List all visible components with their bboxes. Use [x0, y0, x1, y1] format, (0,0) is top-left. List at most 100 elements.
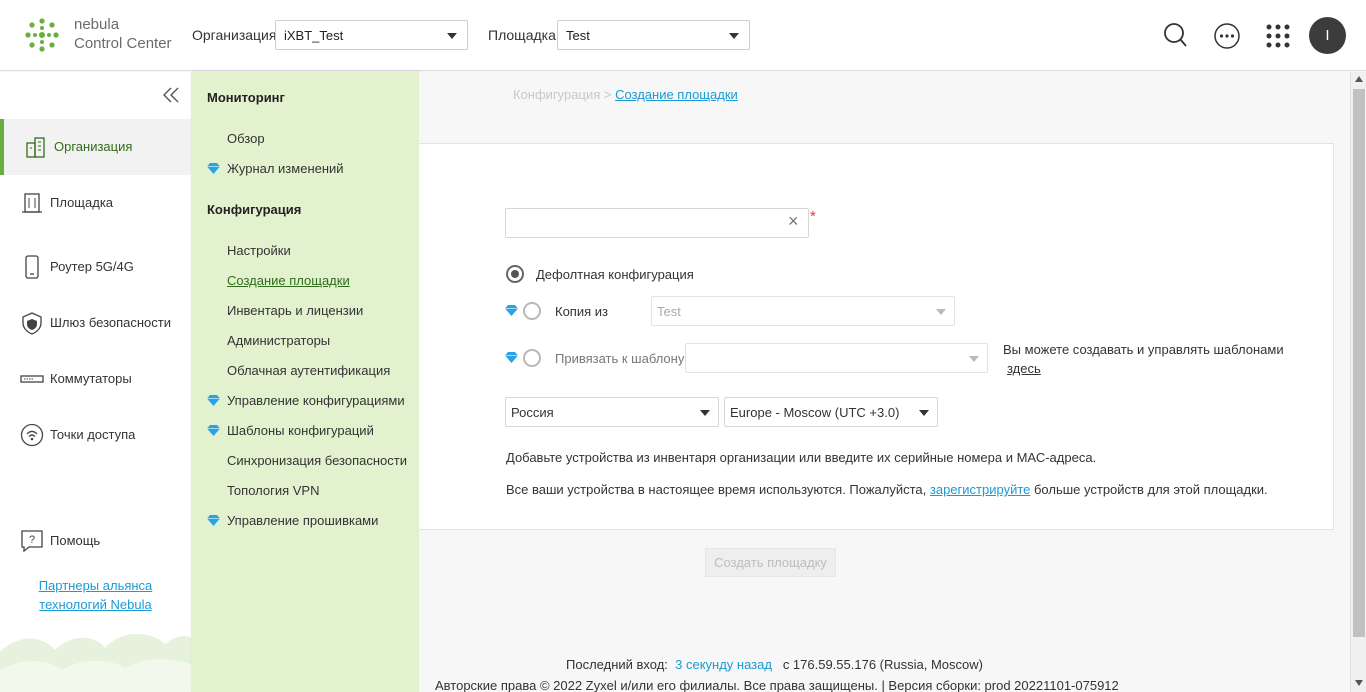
- site-name-input[interactable]: ×: [505, 208, 809, 238]
- last-login-link[interactable]: 3 секунду назад: [675, 657, 772, 672]
- sidebar-item-label: Коммутаторы: [50, 371, 132, 386]
- svg-text:?: ?: [29, 534, 35, 546]
- menu-item-create-site[interactable]: Создание площадки: [227, 273, 350, 288]
- brand-name: nebula Control Center: [74, 15, 172, 53]
- apps-grid-icon[interactable]: [1260, 18, 1296, 54]
- radio-bind-label: Привязать к шаблону: [555, 351, 685, 366]
- sidebar-item-security-gateway[interactable]: Шлюз безопасности: [0, 295, 191, 351]
- sidebar-item-label: Точки доступа: [50, 427, 136, 442]
- radio-default-config[interactable]: [506, 265, 524, 283]
- create-site-button[interactable]: Создать площадку: [705, 548, 836, 577]
- menu-item-config-management[interactable]: Управление конфигурациями: [227, 393, 405, 408]
- menu-item-administrators[interactable]: Администраторы: [227, 333, 330, 348]
- sidebar: Организация Площадка Роутер 5G/4G Шлюз б…: [0, 72, 191, 692]
- building-icon: [26, 137, 45, 158]
- diamond-icon: [505, 352, 518, 363]
- copy-from-select[interactable]: Test: [651, 296, 955, 326]
- menu-item-security-sync[interactable]: Синхронизация безопасности: [227, 453, 407, 468]
- devices-in-use-lead: Все ваши устройства в настоящее время ис…: [506, 482, 930, 497]
- radio-bind-template[interactable]: [523, 349, 541, 367]
- site-icon: [22, 193, 42, 213]
- last-login-info: Последний вход: 3 секунду назад с 176.59…: [566, 657, 983, 672]
- vertical-scrollbar[interactable]: [1350, 72, 1366, 692]
- search-icon[interactable]: [1158, 18, 1194, 54]
- scroll-up-arrow-icon[interactable]: [1355, 76, 1363, 82]
- sidebar-item-router[interactable]: Роутер 5G/4G: [0, 239, 191, 295]
- country-select[interactable]: Россия: [505, 397, 719, 427]
- menu-item-vpn-topology[interactable]: Топология VPN: [227, 483, 320, 498]
- site-select-value: Test: [566, 28, 590, 43]
- diamond-icon: [207, 425, 220, 436]
- copyright-text: Авторские права © 2022 Zyxel и/или его ф…: [435, 678, 1119, 692]
- org-label: Организация:: [192, 27, 281, 43]
- more-options-icon[interactable]: [1209, 18, 1245, 54]
- brand-line-1: nebula: [74, 16, 120, 33]
- user-avatar[interactable]: I: [1309, 17, 1346, 54]
- template-here-link[interactable]: здесь: [1007, 361, 1041, 376]
- brand-line-2: Control Center: [74, 35, 172, 52]
- scrollbar-thumb[interactable]: [1353, 89, 1365, 637]
- breadcrumb-prefix: Конфигурация >: [513, 87, 616, 102]
- radio-copy-label: Копия из: [555, 304, 608, 319]
- chevron-down-icon: [700, 410, 710, 416]
- radio-copy-from[interactable]: [523, 302, 541, 320]
- site-label: Площадка:: [488, 27, 560, 43]
- devices-in-use-text: Все ваши устройства в настоящее время ис…: [506, 482, 1268, 497]
- template-note-text: Вы можете создавать и управлять шаблонам…: [1003, 342, 1284, 357]
- bind-template-select[interactable]: [685, 343, 988, 373]
- menu-item-overview[interactable]: Обзор: [227, 131, 265, 146]
- chevron-down-icon: [919, 410, 929, 416]
- diamond-icon: [207, 515, 220, 526]
- chevron-down-icon: [969, 356, 979, 362]
- sidebar-item-site[interactable]: Площадка: [0, 175, 191, 231]
- site-flyout-menu: Мониторинг Обзор Журнал изменений Конфиг…: [191, 72, 419, 692]
- menu-item-settings[interactable]: Настройки: [227, 243, 291, 258]
- template-note: Вы можете создавать и управлять шаблонам…: [1003, 340, 1284, 378]
- add-devices-text: Добавьте устройства из инвентаря организ…: [506, 450, 1097, 465]
- timezone-select[interactable]: Europe - Moscow (UTC +3.0): [724, 397, 938, 427]
- chevron-down-icon: [936, 309, 946, 315]
- top-header: nebula Control Center Организация: iXBT_…: [0, 0, 1366, 71]
- clear-icon[interactable]: ×: [788, 212, 802, 230]
- sidebar-item-access-points[interactable]: Точки доступа: [0, 407, 191, 463]
- partner-alliance-link[interactable]: Партнеры альянса технологий Nebula: [0, 576, 191, 614]
- breadcrumb-current[interactable]: Создание площадки: [615, 87, 738, 102]
- diamond-icon: [207, 163, 220, 174]
- help-label: Помощь: [50, 533, 101, 548]
- sidebar-item-organization[interactable]: Организация: [0, 119, 191, 175]
- menu-item-config-templates[interactable]: Шаблоны конфигураций: [227, 423, 374, 438]
- copy-from-value: Test: [657, 304, 681, 319]
- org-select-value: iXBT_Test: [284, 28, 344, 43]
- sidebar-item-label: Шлюз безопасности: [50, 315, 172, 330]
- diamond-icon: [207, 395, 220, 406]
- required-asterisk: *: [810, 208, 816, 225]
- menu-item-change-log[interactable]: Журнал изменений: [227, 161, 344, 176]
- main-content: Конфигурация > Создание площадки × * Деф…: [419, 72, 1350, 692]
- help-link[interactable]: ? Помощь: [20, 529, 100, 556]
- scroll-down-arrow-icon[interactable]: [1355, 680, 1363, 686]
- site-select[interactable]: Test: [557, 20, 750, 50]
- sidebar-item-label: Площадка: [50, 195, 114, 210]
- nebula-logo-icon[interactable]: [24, 17, 60, 53]
- clouds-decoration: [0, 633, 191, 692]
- create-site-card: × * Дефолтная конфигурация Копия из Test…: [419, 143, 1334, 530]
- org-select[interactable]: iXBT_Test: [275, 20, 468, 50]
- chevron-down-icon: [447, 33, 457, 39]
- help-icon: ?: [21, 530, 43, 553]
- diamond-icon: [505, 305, 518, 316]
- collapse-sidebar-icon[interactable]: [162, 86, 180, 104]
- mobile-router-icon: [25, 255, 39, 279]
- partner-link-line-2[interactable]: технологий Nebula: [39, 597, 151, 612]
- menu-item-firmware-management[interactable]: Управление прошивками: [227, 513, 378, 528]
- timezone-value: Europe - Moscow (UTC +3.0): [730, 405, 900, 420]
- partner-link-line-1[interactable]: Партнеры альянса: [39, 578, 153, 593]
- sidebar-item-switches[interactable]: Коммутаторы: [0, 351, 191, 407]
- breadcrumb: Конфигурация > Создание площадки: [513, 87, 738, 102]
- menu-item-inventory-licenses[interactable]: Инвентарь и лицензии: [227, 303, 363, 318]
- switch-icon: [20, 375, 44, 383]
- menu-item-cloud-auth[interactable]: Облачная аутентификация: [227, 363, 390, 378]
- sidebar-item-label: Роутер 5G/4G: [50, 259, 134, 274]
- register-link[interactable]: зарегистрируйте: [930, 482, 1030, 497]
- shield-icon: [22, 312, 42, 335]
- last-login-ip: с 176.59.55.176 (Russia, Moscow): [782, 657, 983, 672]
